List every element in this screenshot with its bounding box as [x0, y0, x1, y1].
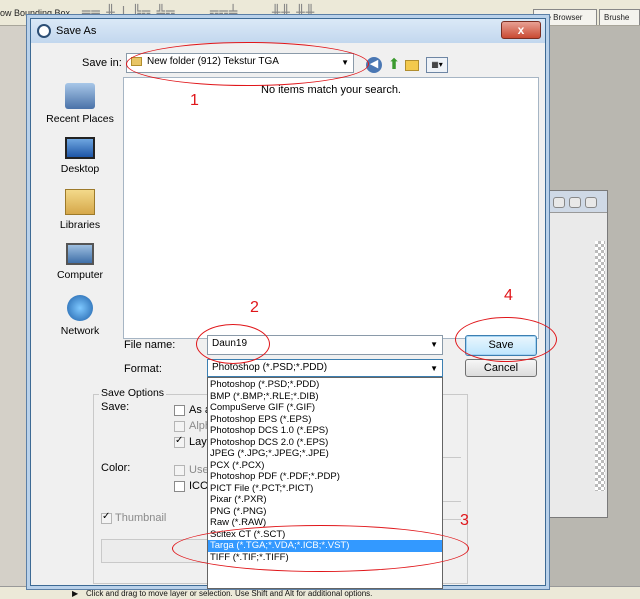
format-option[interactable]: Photoshop (*.PSD;*.PDD)	[208, 379, 442, 391]
transparency-checker	[595, 241, 605, 491]
new-folder-icon[interactable]	[405, 60, 419, 71]
network-icon	[67, 295, 93, 321]
tab-brushes[interactable]: Brushe	[599, 9, 640, 25]
chevron-down-icon: ▼	[430, 340, 438, 349]
status-text: Click and drag to move layer or selectio…	[86, 589, 373, 598]
close-icon[interactable]	[585, 197, 597, 208]
use-label: Use	[189, 464, 209, 476]
save-options-label: Save Options	[99, 387, 167, 399]
minimize-icon[interactable]	[553, 197, 565, 208]
place-desktop[interactable]: Desktop	[39, 137, 121, 175]
empty-message: No items match your search.	[261, 84, 401, 96]
desktop-icon	[65, 137, 95, 159]
annotation-circle-4	[455, 317, 557, 362]
chevron-down-icon: ▼	[430, 364, 438, 373]
place-network[interactable]: Network	[39, 295, 121, 337]
libraries-icon	[65, 189, 95, 215]
file-list[interactable]: No items match your search.	[123, 77, 539, 339]
format-option[interactable]: Photoshop PDF (*.PDF;*.PDP)	[208, 471, 442, 483]
format-option[interactable]: PCX (*.PCX)	[208, 460, 442, 472]
place-label: Computer	[56, 269, 104, 281]
photoshop-icon	[37, 24, 51, 38]
dialog-titlebar: Save As x	[31, 19, 545, 43]
icc-label: ICC	[189, 480, 208, 492]
annotation-number-3: 3	[460, 512, 469, 529]
thumbnail-checkbox[interactable]	[101, 511, 112, 524]
format-label: Format:	[124, 363, 162, 375]
format-option[interactable]: CompuServe GIF (*.GIF)	[208, 402, 442, 414]
alpha-checkbox[interactable]	[174, 421, 185, 432]
place-computer[interactable]: Computer	[39, 243, 121, 281]
format-option[interactable]: Photoshop EPS (*.EPS)	[208, 414, 442, 426]
place-label: Libraries	[59, 219, 101, 231]
format-option[interactable]: PICT File (*.PCT;*.PICT)	[208, 483, 442, 495]
use-proof-checkbox[interactable]	[174, 465, 185, 476]
document-window	[546, 190, 608, 518]
place-label: Recent Places	[46, 113, 114, 125]
annotation-number-2: 2	[250, 299, 259, 316]
annotation-circle-1	[126, 42, 369, 86]
color-label: Color:	[101, 462, 131, 474]
file-name-label: File name:	[124, 339, 176, 351]
place-label: Desktop	[60, 163, 100, 175]
place-recent[interactable]: Recent Places	[39, 83, 121, 125]
format-option[interactable]: PNG (*.PNG)	[208, 506, 442, 518]
annotation-circle-3	[172, 525, 469, 572]
palette-well: File Browser Brushe	[533, 9, 640, 26]
format-option[interactable]: JPEG (*.JPG;*.JPEG;*.JPE)	[208, 448, 442, 460]
annotation-number-1: 1	[190, 92, 199, 109]
format-option[interactable]: Photoshop DCS 2.0 (*.EPS)	[208, 437, 442, 449]
format-option[interactable]: Photoshop DCS 1.0 (*.EPS)	[208, 425, 442, 437]
play-icon: ▶	[72, 589, 79, 598]
format-option[interactable]: Pixar (*.PXR)	[208, 494, 442, 506]
annotation-number-4: 4	[504, 287, 513, 304]
layers-checkbox[interactable]	[174, 435, 185, 448]
dialog-title: Save As	[56, 25, 97, 37]
computer-icon	[66, 243, 94, 265]
place-label: Network	[60, 325, 100, 337]
show-bounding-box-label: ow Bounding Box	[0, 8, 71, 18]
format-option[interactable]: BMP (*.BMP;*.RLE;*.DIB)	[208, 391, 442, 403]
up-folder-icon[interactable]: ⬆	[386, 57, 402, 73]
save-label: Save:	[101, 401, 130, 413]
maximize-icon[interactable]	[569, 197, 581, 208]
close-button[interactable]: x	[501, 21, 541, 39]
icc-profile-checkbox[interactable]	[174, 481, 185, 492]
thumbnail-label: Thumbnail	[115, 512, 167, 524]
view-menu-icon[interactable]: ▦▾	[426, 57, 448, 73]
as-copy-checkbox[interactable]	[174, 405, 185, 416]
places-bar: Recent Places Desktop Libraries Computer…	[39, 79, 121, 354]
annotation-circle-2	[196, 324, 270, 364]
recent-places-icon	[65, 83, 95, 109]
save-as-dialog: Save As x Save in: New folder (912) Teks…	[30, 18, 546, 589]
save-in-label: Save in:	[82, 57, 122, 69]
place-libraries[interactable]: Libraries	[39, 189, 121, 231]
